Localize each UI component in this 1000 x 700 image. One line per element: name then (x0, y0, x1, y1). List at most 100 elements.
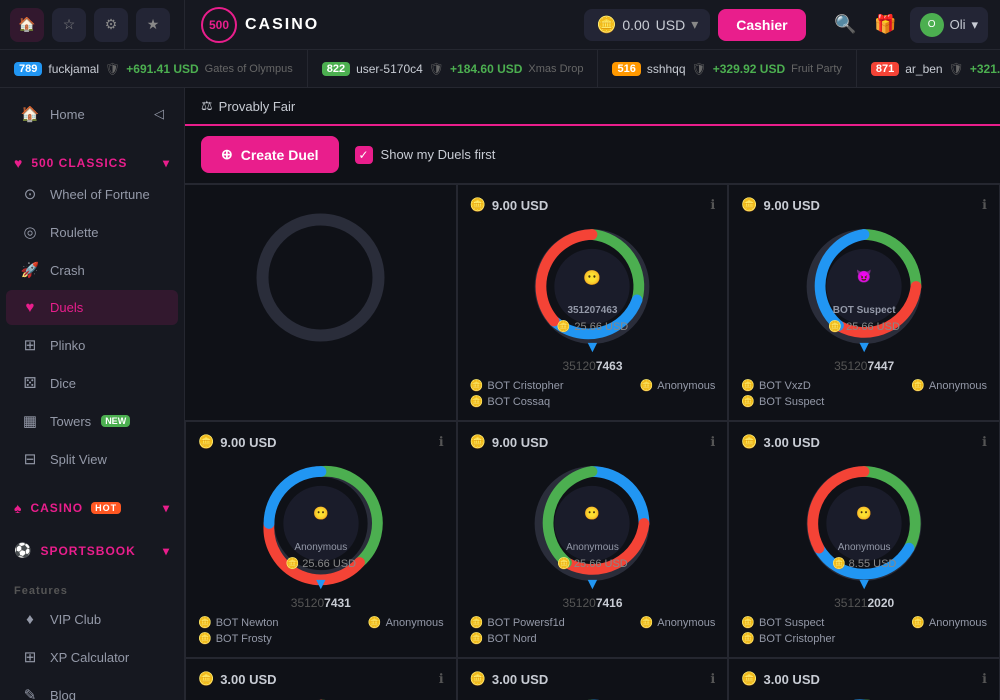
sidebar-plinko-label: Plinko (50, 338, 85, 353)
duel-amount-value-3: 9.00 USD (220, 435, 276, 450)
sidebar-item-roulette[interactable]: ◎ Roulette (6, 214, 178, 250)
duel-amount-6: 🪙 3.00 USD (198, 671, 277, 687)
duel-circle-container-5: 😶 Anonymous 🪙 8.55 USD ▼ (741, 458, 987, 588)
sidebar-item-blog[interactable]: ✎ Blog (6, 677, 178, 700)
info-icon-3[interactable]: ℹ (439, 434, 444, 450)
gift-button[interactable]: 🎁 (870, 9, 902, 41)
home-nav-btn[interactable]: 🏠 (10, 8, 44, 42)
duel-card-3: 🪙 9.00 USD ℹ 😶 (185, 421, 457, 658)
duel-circle-container-4: 😶 Anonymous 🪙 25.66 USD ▼ (470, 458, 716, 588)
sidebar-item-crash[interactable]: 🚀 Crash (6, 252, 178, 288)
duel-amount-4: 🪙 9.00 USD (470, 434, 549, 450)
sidebar-roulette-label: Roulette (50, 225, 98, 240)
user-menu-button[interactable]: O Oli ▾ (910, 7, 988, 43)
duel-arrow-2: ▼ (856, 339, 872, 357)
sidebar-duels-label: Duels (50, 300, 83, 315)
sidebar-item-splitview[interactable]: ⊟ Split View (6, 441, 178, 477)
ticker-badge-2: 516 (612, 62, 640, 76)
info-icon-1[interactable]: ℹ (710, 197, 715, 213)
coin-icon-6: 🪙 (198, 671, 214, 687)
sidebar-item-duels[interactable]: ♥ Duels (6, 290, 178, 325)
ticker-user-3: ar_ben (905, 62, 942, 76)
sidebar-item-plinko[interactable]: ⊞ Plinko (6, 327, 178, 363)
sportsbook-collapse-icon[interactable]: ▾ (163, 544, 170, 558)
duel-amount-value-2: 9.00 USD (764, 198, 820, 213)
duel-id-highlight-2: 7447 (867, 359, 894, 373)
duel-player-info-1: 351207463 🪙 25.66 USD ▼ (557, 283, 629, 357)
duel-amount-7: 🪙 3.00 USD (470, 671, 549, 687)
classics-collapse-icon[interactable]: ▾ (163, 156, 170, 170)
sidebar-item-vip[interactable]: ♦ VIP Club (6, 602, 178, 637)
sidebar-item-xp[interactable]: ⊞ XP Calculator (6, 639, 178, 675)
wheel-icon: ⊙ (20, 185, 40, 203)
svg-text:😶: 😶 (313, 506, 329, 520)
ticker-amount-1: +184.60 USD (450, 62, 522, 76)
info-icon-6[interactable]: ℹ (439, 671, 444, 687)
sidebar-item-home[interactable]: 🏠 Home ◁ (6, 96, 178, 132)
duel-amount-2: 🪙 9.00 USD (741, 197, 820, 213)
settings-nav-btn[interactable]: ⚙ (94, 8, 128, 42)
sidebar-item-wheel[interactable]: ⊙ Wheel of Fortune (6, 176, 178, 212)
blog-label: Blog (50, 688, 76, 700)
cashier-button[interactable]: Cashier (718, 9, 805, 41)
search-button[interactable]: 🔍 (830, 9, 862, 41)
duel-amount-5: 🪙 3.00 USD (741, 434, 820, 450)
ticker-bar: 789 fuckjamal 🛡 +691.41 USD Gates of Oly… (0, 50, 1000, 88)
sidebar-collapse-icon: ◁ (154, 106, 164, 122)
duel-card-0 (185, 184, 457, 421)
sidebar-item-dice[interactable]: ⚄ Dice (6, 365, 178, 401)
sidebar-splitview-label: Split View (50, 452, 107, 467)
provably-fair-label: Provably Fair (219, 99, 296, 114)
duel-circle-svg-8 (814, 695, 914, 700)
new-badge: NEW (101, 415, 130, 427)
vip-icon: ♦ (20, 611, 40, 628)
duel-card-header-8: 🪙 3.00 USD ℹ (741, 671, 987, 687)
info-icon-4[interactable]: ℹ (710, 434, 715, 450)
ticker-amount-0: +691.41 USD (126, 62, 198, 76)
star-nav-btn[interactable]: ☆ (52, 8, 86, 42)
sidebar-item-towers[interactable]: ▦ Towers NEW (6, 403, 178, 439)
duel-circle-svg-7 (542, 695, 642, 700)
info-icon-7[interactable]: ℹ (710, 671, 715, 687)
duel-card-header-6: 🪙 3.00 USD ℹ (198, 671, 444, 687)
classics-label: 500 CLASSICS (31, 156, 127, 170)
duel-circle-container-7 (470, 695, 716, 700)
info-icon-5[interactable]: ℹ (982, 434, 987, 450)
create-duel-button[interactable]: ⊕ Create Duel (201, 136, 339, 173)
casino-collapse-icon[interactable]: ▾ (163, 501, 170, 515)
duel-card-1: 🪙 9.00 USD ℹ (457, 184, 729, 421)
ticker-game-2: Fruit Party (791, 63, 842, 75)
duel-amount-value-1: 9.00 USD (492, 198, 548, 213)
duel-card-2: 🪙 9.00 USD ℹ 😈 (728, 184, 1000, 421)
player-row-left: 🪙 BOT Cossaq (470, 395, 550, 408)
plus-icon: ⊕ (221, 146, 233, 163)
top-nav: 🏠 ☆ ⚙ ★ 500 CASINO 🪙 0.00 USD ▾ Cashier … (0, 0, 1000, 50)
username: Oli (950, 17, 966, 32)
ticker-user-0: fuckjamal (48, 62, 99, 76)
provably-fair-link[interactable]: ⚖ Provably Fair (201, 98, 295, 114)
balance-value: 0.00 (622, 17, 649, 33)
duel-player-name-2: BOT Suspect (833, 305, 896, 316)
casino-icon: ♠ (14, 500, 22, 516)
svg-text:😶: 😶 (856, 506, 872, 520)
info-icon-2[interactable]: ℹ (982, 197, 987, 213)
duel-card-header-4: 🪙 9.00 USD ℹ (470, 434, 716, 450)
balance-dropdown-icon[interactable]: ▾ (691, 16, 698, 33)
duel-player-info-4: Anonymous 🪙 25.66 USD ▼ (557, 520, 628, 594)
duels-header: ⚖ Provably Fair (185, 88, 1000, 126)
duel-circle-container-1: 😶 351207463 🪙 25.66 USD ▼ (470, 221, 716, 351)
svg-text:😶: 😶 (585, 506, 601, 520)
duel-card-8: 🪙 3.00 USD ℹ (728, 658, 1000, 700)
duel-players-list-5: 🪙 BOT Suspect 🪙 Anonymous 🪙 BOT Cristoph… (741, 616, 987, 645)
info-icon-8[interactable]: ℹ (982, 671, 987, 687)
splitview-icon: ⊟ (20, 450, 40, 468)
coin-icon-4: 🪙 (470, 434, 486, 450)
duel-circle-wrap-1: 😶 351207463 🪙 25.66 USD ▼ (527, 221, 657, 351)
casino-label: CASINO (30, 501, 83, 515)
coin-icon-3: 🪙 (198, 434, 214, 450)
show-my-duels-toggle[interactable]: ✓ Show my Duels first (355, 146, 496, 164)
sportsbook-label: SPORTSBOOK (40, 544, 135, 558)
player-row: 🪙 BOT Frosty (198, 632, 444, 645)
bookmark-nav-btn[interactable]: ★ (136, 8, 170, 42)
player-row: 🪙 BOT Cristopher 🪙 Anonymous (470, 379, 716, 392)
